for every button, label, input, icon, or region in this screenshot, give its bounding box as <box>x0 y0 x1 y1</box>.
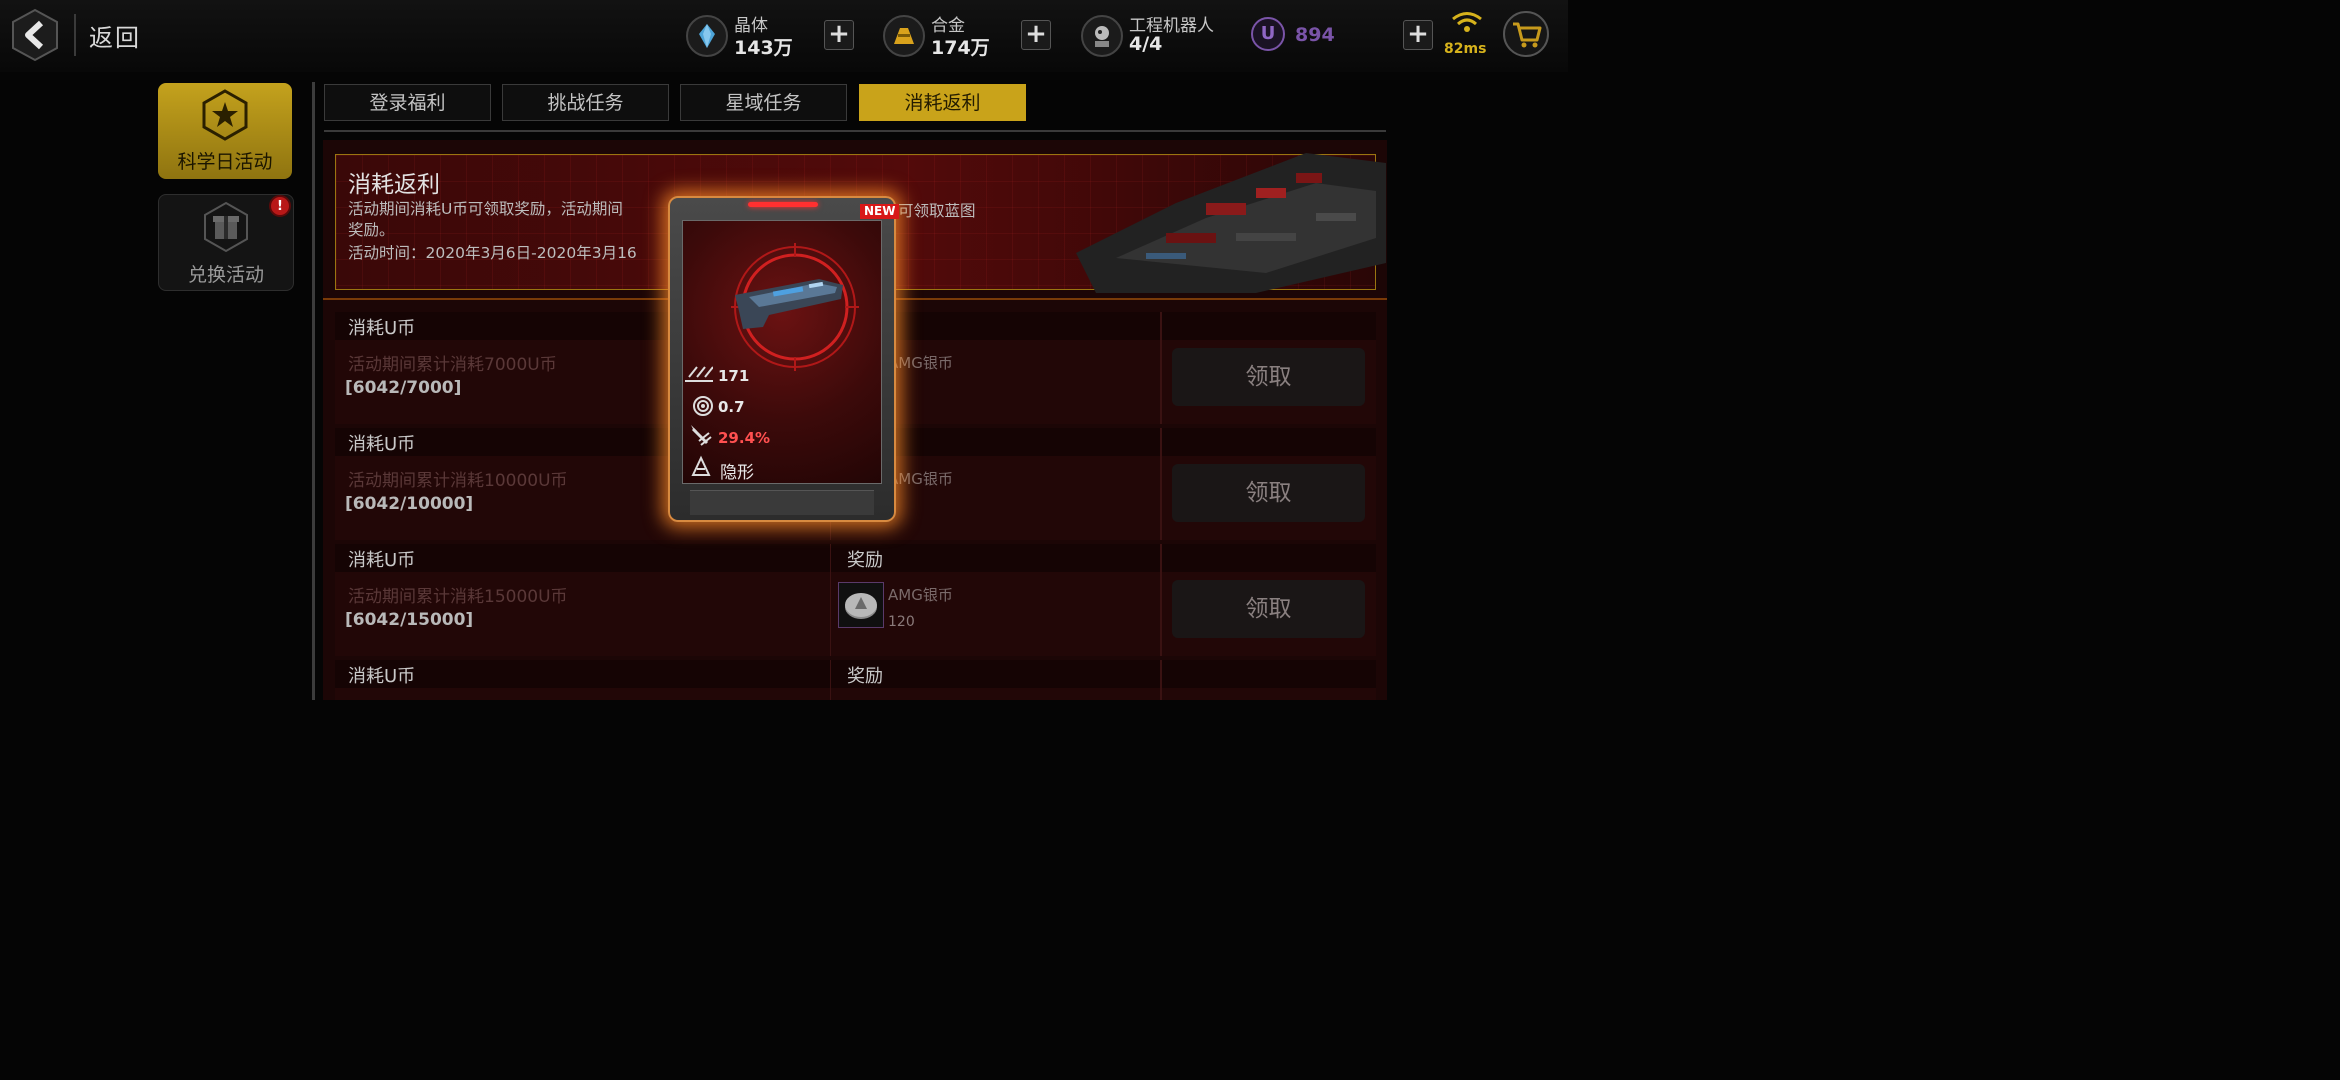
reward-name: AMG银币 <box>888 586 953 604</box>
wifi-icon <box>1451 10 1483 34</box>
category-science-label: 科学日活动 <box>177 151 273 173</box>
claim-button[interactable]: 领取 <box>1172 464 1365 522</box>
banner-desc-line2: 奖励。 <box>348 221 395 239</box>
row-title: 消耗U币 <box>348 434 416 455</box>
add-u-button[interactable]: + <box>1403 20 1433 50</box>
card-top-light <box>748 202 818 207</box>
reward-row: 消耗U币 奖励 活动期间累计消耗15000U币 [6042/15000] AMG… <box>335 544 1376 656</box>
new-badge: NEW <box>860 204 900 219</box>
row-progress: [6042/15000] <box>345 610 474 630</box>
damage-icon <box>685 366 713 382</box>
reward-name: AMG银币 <box>888 470 953 488</box>
shop-cart-button[interactable] <box>1503 11 1549 57</box>
crystal-icon <box>686 15 728 57</box>
tab-consume-rebate[interactable]: 消耗返利 <box>859 84 1026 121</box>
tab-challenge-tasks[interactable]: 挑战任务 <box>502 84 669 121</box>
row-divider <box>1160 312 1162 424</box>
banner-time: 活动时间：2020年3月6日-2020年3月16 <box>348 244 637 262</box>
row-reward-title: 奖励 <box>847 666 883 687</box>
back-button[interactable] <box>10 8 60 62</box>
top-bar: 返回 晶体 143万 + 合金 174万 + 工程机器人 4/4 U 894 +… <box>0 0 1568 72</box>
tab-login-bonus[interactable]: 登录福利 <box>324 84 491 121</box>
banner-title: 消耗返利 <box>348 172 440 198</box>
reward-name: AMG银币 <box>888 354 953 372</box>
row-description: 活动期间累计消耗7000U币 <box>348 355 557 375</box>
row-divider <box>1160 660 1162 700</box>
card-face: 171 0.7 29.4% 隐形 <box>682 220 882 484</box>
exchange-alert-badge: ! <box>269 195 291 217</box>
rate-value: 0.7 <box>718 398 745 416</box>
row-divider <box>830 660 831 700</box>
add-crystal-button[interactable]: + <box>824 20 854 50</box>
claim-button[interactable]: 领取 <box>1172 580 1365 638</box>
tab-underline <box>324 130 1386 132</box>
row-divider <box>1160 544 1162 656</box>
row-progress: [6042/7000] <box>345 378 462 398</box>
rate-icon <box>693 396 713 416</box>
reward-quantity: 120 <box>888 614 915 630</box>
robot-value: 4/4 <box>1129 33 1163 55</box>
stealth-icon <box>691 455 711 476</box>
tab-star-domain-tasks[interactable]: 星域任务 <box>680 84 847 121</box>
back-divider <box>74 14 76 56</box>
evade-value: 29.4% <box>718 429 771 447</box>
science-star-icon <box>200 89 250 141</box>
card-base-plate <box>690 490 874 515</box>
row-description: 活动期间累计消耗10000U币 <box>348 471 568 491</box>
alloy-icon <box>883 15 925 57</box>
cart-icon <box>1513 22 1542 48</box>
weapon-card-popup[interactable]: NEW 171 0.7 29.4% 隐形 <box>668 196 900 522</box>
category-exchange-label: 兑换活动 <box>187 264 264 286</box>
u-currency-icon: U <box>1251 17 1285 51</box>
ping-value: 82ms <box>1444 41 1487 57</box>
row-divider <box>830 544 831 656</box>
row-progress: [6042/10000] <box>345 494 474 514</box>
row-description: 活动期间累计消耗15000U币 <box>348 587 568 607</box>
damage-value: 171 <box>718 367 750 385</box>
row-title: 消耗U币 <box>348 550 416 571</box>
add-alloy-button[interactable]: + <box>1021 20 1051 50</box>
u-currency-value: 894 <box>1295 24 1335 46</box>
category-exchange[interactable]: ! 兑换活动 <box>158 194 294 291</box>
left-divider <box>312 82 315 700</box>
back-label[interactable]: 返回 <box>89 18 141 53</box>
alloy-value: 174万 <box>931 37 990 59</box>
evade-icon <box>691 425 712 446</box>
back-arrow-icon <box>12 8 58 62</box>
category-science-day[interactable]: 科学日活动 <box>158 83 292 179</box>
robot-icon <box>1081 15 1123 57</box>
row-title: 消耗U币 <box>348 318 416 339</box>
stealth-value: 隐形 <box>720 463 754 483</box>
row-divider <box>1160 428 1162 540</box>
row-reward-title: 奖励 <box>847 550 883 571</box>
starship-illustration <box>1056 143 1386 293</box>
silver-coin-icon[interactable] <box>838 582 884 628</box>
banner-desc-line1: 活动期间消耗U币可领取奖励，活动期间 <box>348 200 623 218</box>
crystal-value: 143万 <box>734 37 793 59</box>
reward-row: 消耗U币 奖励 <box>335 660 1376 700</box>
claim-button[interactable]: 领取 <box>1172 348 1365 406</box>
gift-box-icon <box>203 201 249 253</box>
railgun-weapon-icon <box>735 279 843 329</box>
row-title: 消耗U币 <box>348 666 416 687</box>
banner-desc-suffix: 可领取蓝图 <box>898 202 976 220</box>
